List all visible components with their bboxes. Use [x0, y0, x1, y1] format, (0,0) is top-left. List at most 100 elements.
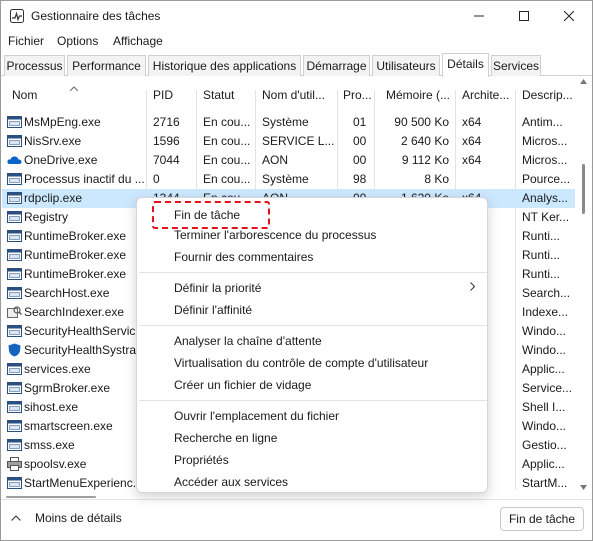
window-app-icon — [7, 134, 22, 148]
cell-desc: Runti... — [522, 267, 561, 281]
cell-name: SecurityHealthSystra... — [24, 343, 144, 357]
tab-utilisateurs[interactable]: Utilisateurs — [372, 55, 440, 76]
menu-item-analyze-wait-chain[interactable]: Analyser la chaîne d'attente — [174, 334, 322, 348]
table-row[interactable]: NisSrv.exe 1596 En cou... SERVICE L... 00 2 6… — [2, 132, 575, 151]
scroll-down-icon[interactable] — [580, 485, 587, 490]
cell-desc: Applic... — [522, 457, 565, 471]
menu-item-set-priority[interactable]: Définir la priorité — [174, 281, 261, 295]
window-title: Gestionnaire des tâches — [31, 9, 161, 23]
chevron-right-icon — [470, 282, 475, 291]
tab-services[interactable]: Services — [491, 55, 541, 76]
cell-desc: Windo... — [522, 419, 567, 433]
maximize-icon — [519, 11, 529, 21]
cell-name: RuntimeBroker.exe — [24, 248, 127, 262]
cell-memory: 90 500 Ko — [394, 115, 449, 129]
cell-desc: NT Ker... — [522, 210, 570, 224]
minimize-button[interactable] — [456, 1, 502, 31]
cell-desc: Search... — [522, 286, 571, 300]
cell-name: StartMenuExperienc... — [24, 476, 143, 490]
table-row[interactable]: Processus inactif du ... 0 En cou... Systèm… — [2, 170, 575, 189]
window-app-icon — [7, 324, 22, 338]
cell-name: SearchIndexer.exe — [24, 305, 125, 319]
column-header-architecture[interactable]: Archite... — [462, 88, 509, 112]
window-app-icon — [7, 381, 22, 395]
column-header-description[interactable]: Descrip... — [522, 88, 573, 112]
sort-ascending-icon[interactable] — [70, 86, 78, 91]
menu-fichier[interactable]: Fichier — [8, 34, 44, 48]
cell-desc: Gestio... — [522, 438, 567, 452]
menu-affichage[interactable]: Affichage — [113, 34, 163, 48]
horizontal-scroll-thumb[interactable] — [6, 496, 96, 498]
menu-separator — [139, 400, 487, 401]
cell-cpu: 00 — [353, 153, 367, 167]
cell-desc: Service... — [522, 381, 573, 395]
less-details-label: Moins de détails — [35, 511, 122, 525]
cell-desc: StartM... — [522, 476, 568, 490]
tab-bar: Processus Performance Historique des app… — [1, 53, 592, 77]
task-manager-icon — [10, 9, 24, 23]
column-header-statut[interactable]: Statut — [203, 88, 234, 112]
onedrive-cloud-icon — [7, 153, 22, 167]
cell-user: SERVICE L... — [262, 134, 334, 148]
tab-details[interactable]: Détails — [442, 53, 489, 77]
tab-performance[interactable]: Performance — [67, 55, 146, 76]
cell-memory: 9 112 Ko — [401, 153, 449, 167]
table-row[interactable]: MsMpEng.exe 2716 En cou... Système 01 90 500 … — [2, 113, 575, 132]
menu-item-open-file-location[interactable]: Ouvrir l'emplacement du fichier — [174, 409, 339, 423]
cell-user: Système — [262, 172, 309, 186]
table-row[interactable]: OneDrive.exe 7044 En cou... AON 00 9 112 Ko x6… — [2, 151, 575, 170]
window-app-icon — [7, 229, 22, 243]
cell-arch: x64 — [462, 115, 482, 129]
cell-name: sihost.exe — [24, 400, 79, 414]
search-indexer-icon — [7, 305, 23, 319]
close-button[interactable] — [546, 1, 592, 31]
window-app-icon — [7, 400, 22, 414]
tab-historique[interactable]: Historique des applications — [148, 55, 301, 76]
column-header-user[interactable]: Nom d'util... — [262, 88, 325, 112]
task-manager-window: Gestionnaire des tâches Fichier Options … — [0, 0, 593, 541]
tab-processus[interactable]: Processus — [4, 55, 65, 76]
menu-item-properties[interactable]: Propriétés — [174, 453, 229, 467]
tab-demarrage[interactable]: Démarrage — [303, 55, 370, 76]
window-app-icon — [7, 191, 22, 205]
menu-item-create-dump-file[interactable]: Créer un fichier de vidage — [174, 378, 311, 392]
cell-desc: Analys... — [522, 191, 569, 205]
window-app-icon — [7, 172, 22, 186]
cell-name: SearchHost.exe — [24, 286, 110, 300]
maximize-button[interactable] — [501, 1, 547, 31]
vertical-scroll-thumb[interactable] — [582, 164, 585, 214]
menu-item-set-affinity[interactable]: Définir l'affinité — [174, 303, 252, 317]
column-header-memoire[interactable]: Mémoire (... — [386, 88, 450, 112]
menu-item-go-to-services[interactable]: Accéder aux services — [174, 475, 288, 489]
vertical-scrollbar[interactable] — [576, 76, 590, 496]
cell-status: En cou... — [203, 153, 251, 167]
menu-item-end-process-tree[interactable]: Terminer l'arborescence du processus — [174, 228, 376, 242]
cell-name: smss.exe — [24, 438, 75, 452]
window-app-icon — [7, 115, 22, 129]
cell-status: En cou... — [203, 172, 251, 186]
menu-item-feedback[interactable]: Fournir des commentaires — [174, 250, 313, 264]
column-header-pid[interactable]: PID — [153, 88, 173, 112]
window-app-icon — [7, 438, 22, 452]
end-task-button[interactable]: Fin de tâche — [500, 507, 584, 531]
cell-desc: Applic... — [522, 362, 565, 376]
column-header-nom[interactable]: Nom — [12, 88, 37, 112]
cell-name: RuntimeBroker.exe — [24, 267, 127, 281]
menu-options[interactable]: Options — [57, 34, 98, 48]
context-menu: Fin de tâche Terminer l'arborescence du … — [136, 197, 488, 493]
cell-name: Registry — [24, 210, 69, 224]
cell-desc: Micros... — [522, 134, 568, 148]
cell-pid: 2716 — [153, 115, 180, 129]
cell-status: En cou... — [203, 134, 251, 148]
cell-arch: x64 — [462, 134, 482, 148]
cell-desc: Shell I... — [522, 400, 566, 414]
menu-item-uac-virtualization[interactable]: Virtualisation du contrôle de compte d'u… — [174, 356, 428, 370]
window-app-icon — [7, 362, 22, 376]
scroll-up-icon[interactable] — [580, 79, 587, 84]
menu-item-search-online[interactable]: Recherche en ligne — [174, 431, 277, 445]
cell-pid: 1596 — [153, 134, 180, 148]
column-header-cpu[interactable]: Pro... — [343, 88, 372, 112]
window-app-icon — [7, 419, 22, 433]
menu-item-end-task[interactable]: Fin de tâche — [174, 208, 240, 222]
window-app-icon — [7, 267, 22, 281]
